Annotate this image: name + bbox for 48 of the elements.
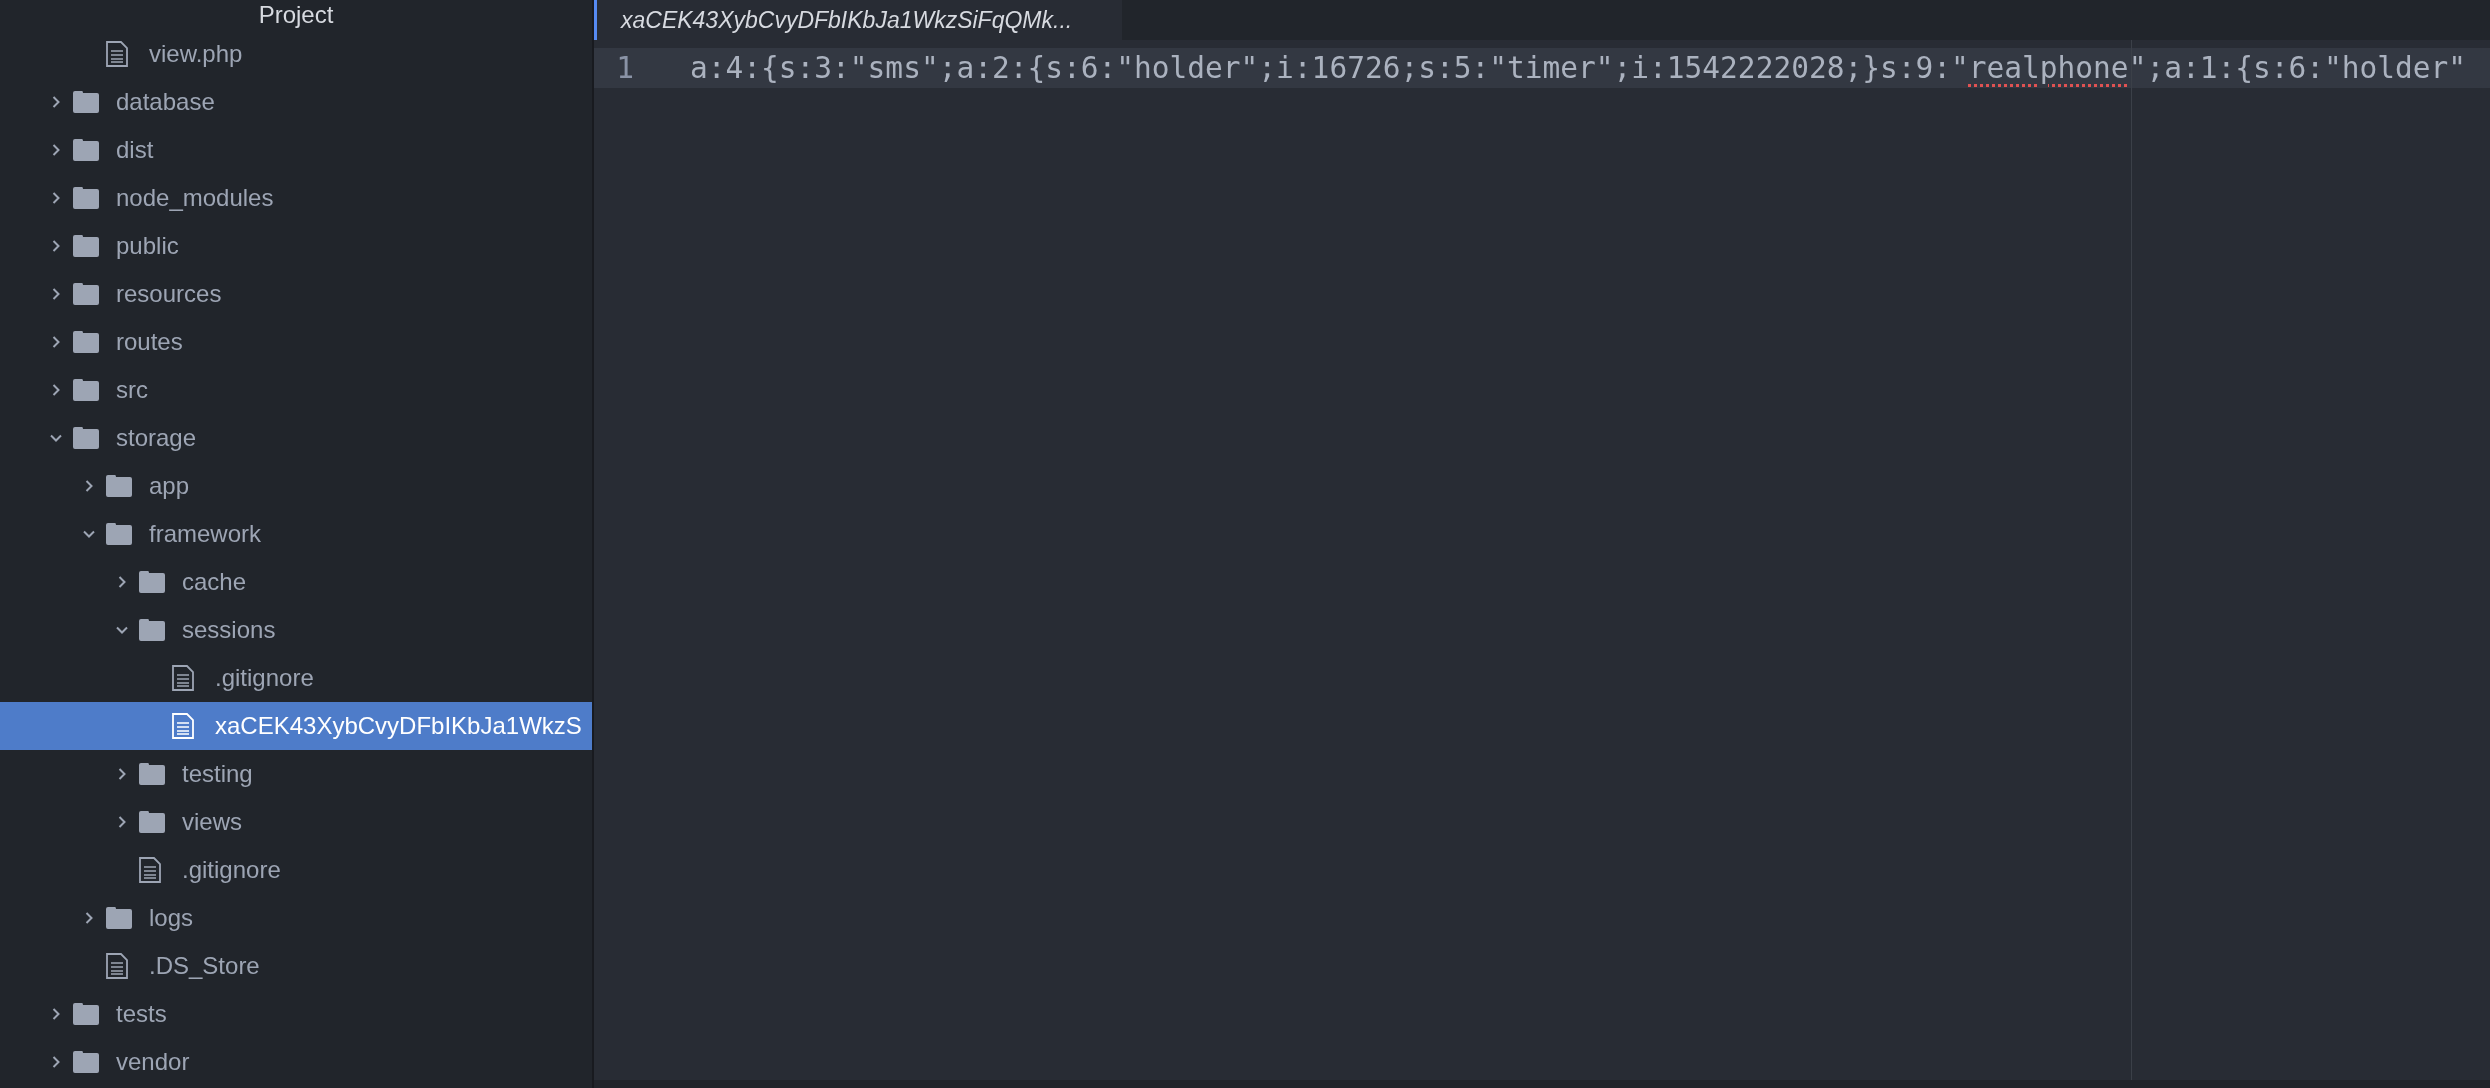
folder-icon: [105, 906, 133, 930]
file-icon: [105, 953, 129, 979]
tree-item[interactable]: .DS_Store: [0, 942, 592, 990]
panel-title: Project: [258, 1, 334, 29]
folder-icon: [72, 138, 100, 162]
tree-item[interactable]: vendor: [0, 1038, 592, 1086]
tree-item[interactable]: testing: [0, 750, 592, 798]
tree-item[interactable]: cache: [0, 558, 592, 606]
folder-icon: [72, 1002, 100, 1026]
tree-item[interactable]: src: [0, 366, 592, 414]
tree-item[interactable]: database: [0, 78, 592, 126]
folder-icon: [72, 330, 100, 354]
folder-icon: [138, 618, 166, 642]
line-number: 1: [615, 51, 635, 85]
tree-item[interactable]: xaCEK43XybCvyDFbIKbJa1WkzS: [0, 702, 592, 750]
folder-icon: [72, 282, 100, 306]
tree-item[interactable]: logs: [0, 894, 592, 942]
tree-item[interactable]: public: [0, 222, 592, 270]
tree-item[interactable]: tests: [0, 990, 592, 1038]
tree-item[interactable]: routes: [0, 318, 592, 366]
tree-item[interactable]: dist: [0, 126, 592, 174]
folder-icon: [72, 234, 100, 258]
file-icon: [171, 713, 195, 739]
folder-icon: [72, 1050, 100, 1074]
editor-tab[interactable]: xaCEK43XybCvyDFbIKbJa1WkzSiFqQMk...: [594, 0, 1122, 40]
folder-icon: [138, 810, 166, 834]
tree-item[interactable]: view.php: [0, 30, 592, 78]
file-icon: [171, 665, 195, 691]
tree-item[interactable]: .gitignore: [0, 846, 592, 894]
folder-icon: [72, 90, 100, 114]
folder-icon: [138, 762, 166, 786]
tree-item[interactable]: storage: [0, 414, 592, 462]
file-icon: [138, 857, 162, 883]
folder-icon: [138, 570, 166, 594]
tree-item[interactable]: app: [0, 462, 592, 510]
folder-icon: [72, 378, 100, 402]
file-icon: [105, 41, 129, 67]
code-text: a:4:{s:3:"sms";a:2:{s:6:"holder";i:16726;s:5:"timer";i:1542222028;}s:9:"realphone";a:1:{s:6:"holder": [690, 51, 2467, 85]
folder-icon: [72, 426, 100, 450]
tree-item[interactable]: framework: [0, 510, 592, 558]
tree-item[interactable]: views: [0, 798, 592, 846]
tree-item[interactable]: resources: [0, 270, 592, 318]
folder-icon: [105, 522, 133, 546]
tree-item[interactable]: .gitignore: [0, 654, 592, 702]
folder-icon: [72, 186, 100, 210]
tree-item[interactable]: sessions: [0, 606, 592, 654]
tree-item[interactable]: node_modules: [0, 174, 592, 222]
folder-icon: [105, 474, 133, 498]
